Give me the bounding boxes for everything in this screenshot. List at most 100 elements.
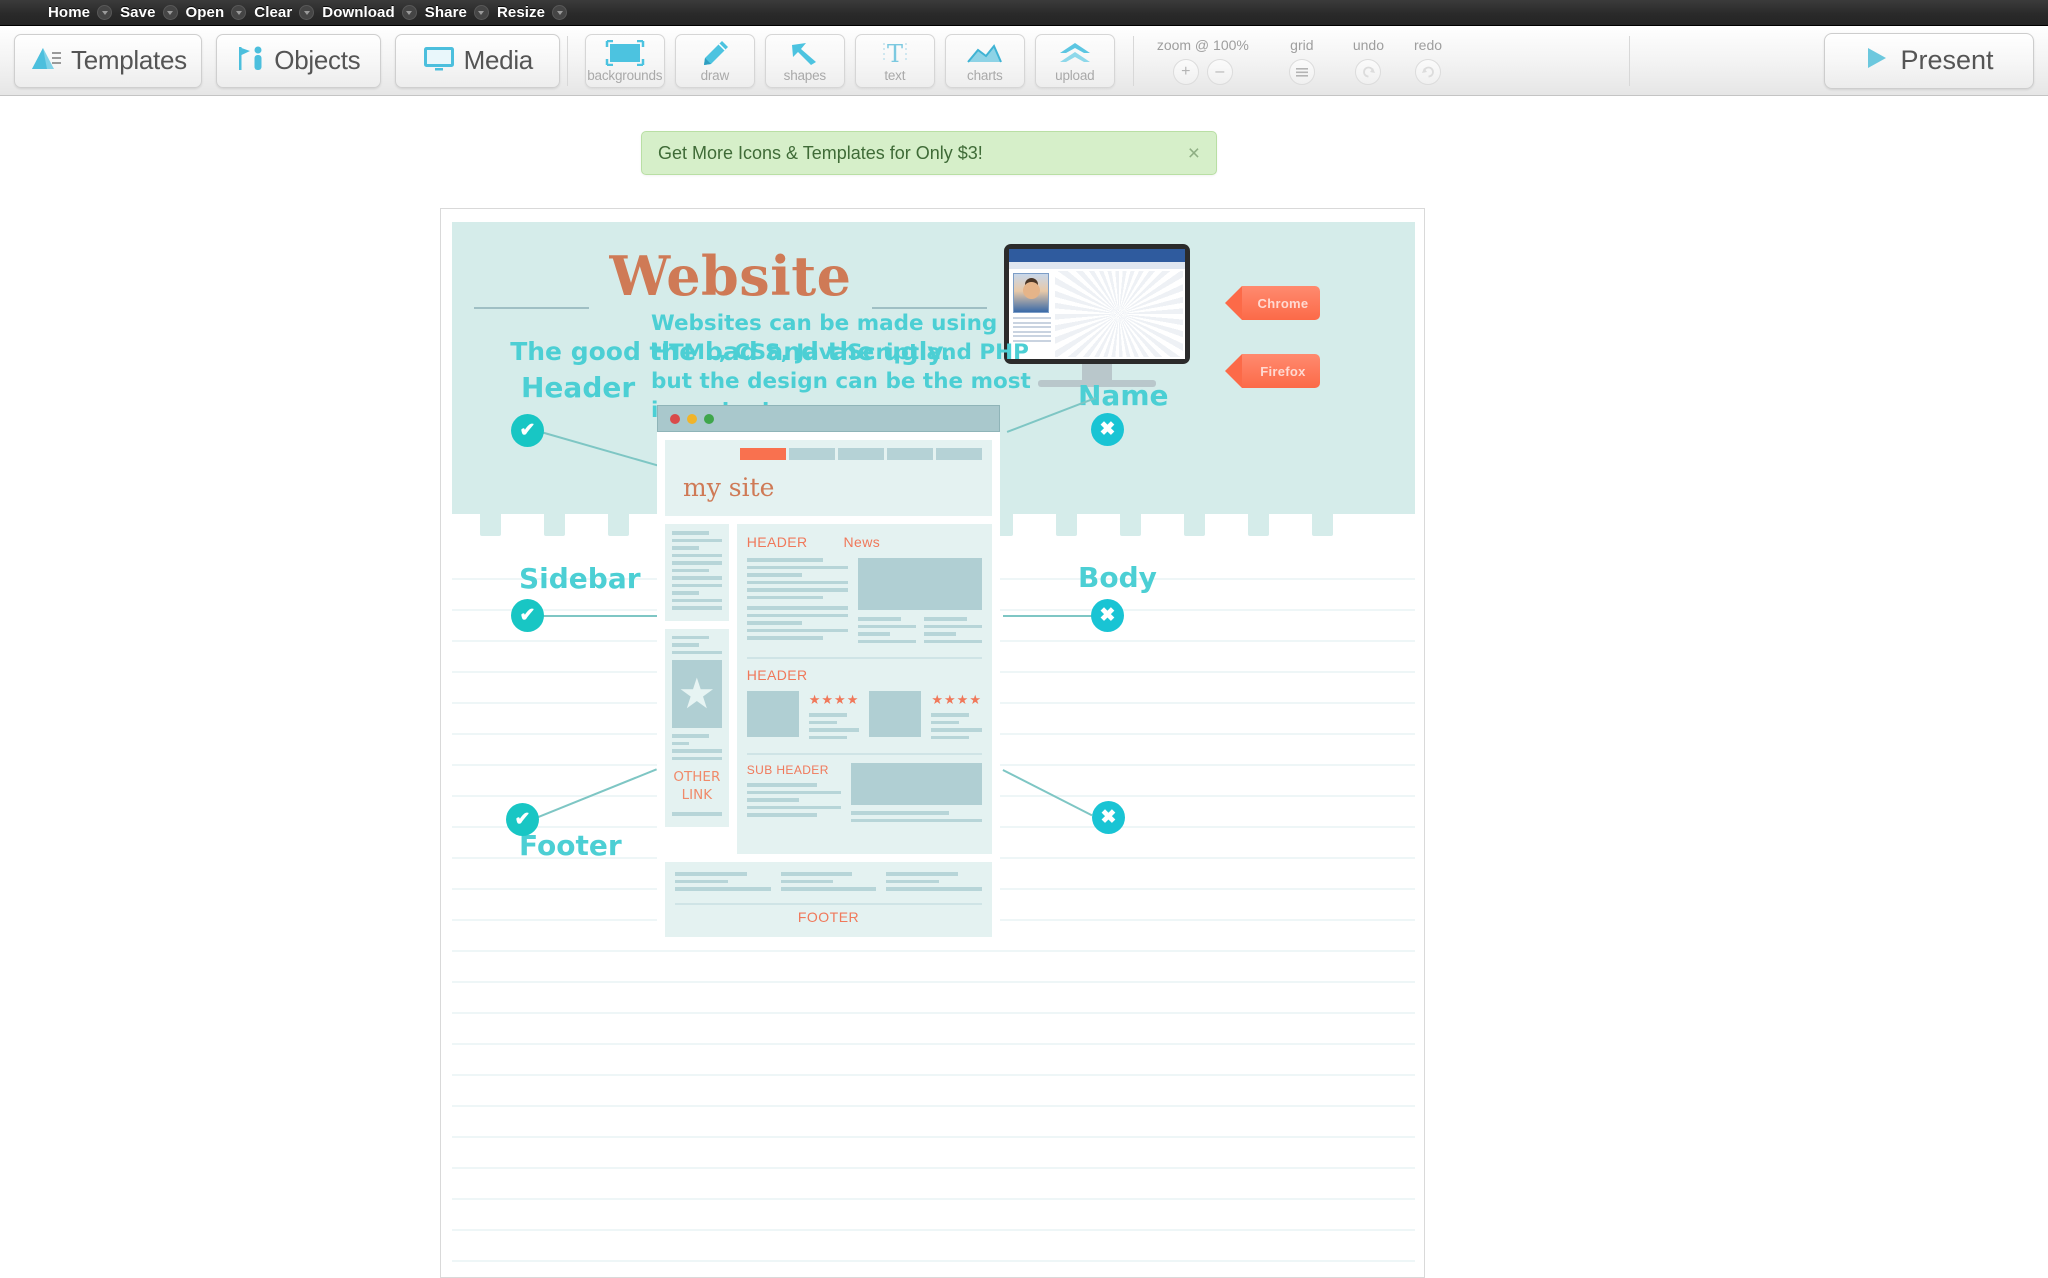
- grid-label: grid: [1290, 36, 1314, 53]
- hero-rule-left: [474, 307, 589, 309]
- upload-tool-button[interactable]: upload: [1034, 33, 1115, 88]
- main-toolbar: Templates Objects Media backgrounds draw…: [0, 26, 2048, 96]
- draw-tool-button[interactable]: draw: [674, 33, 755, 88]
- text-caption: text: [884, 67, 906, 83]
- mock-nav-item[interactable]: [789, 448, 835, 460]
- zoom-control-group: zoom @ 100% + –: [1157, 26, 1249, 95]
- templates-label: Templates: [71, 45, 187, 75]
- perforation-tab: [480, 514, 501, 536]
- chevron-down-icon[interactable]: [162, 5, 178, 20]
- toolbar-divider: [1132, 35, 1134, 86]
- mock-nav-bar: [740, 448, 982, 460]
- media-button[interactable]: Media: [394, 33, 560, 88]
- redo-arrow-icon[interactable]: [1415, 58, 1442, 85]
- mock-main-content: HEADER News HEADER ★★★★ ★★★★ SUB HEADER: [736, 524, 992, 854]
- chevron-down-icon[interactable]: [97, 5, 113, 20]
- mock-other-link[interactable]: OTHER LINK: [672, 768, 722, 804]
- label-sidebar: Sidebar: [519, 562, 641, 595]
- mock-nav-item[interactable]: [838, 448, 884, 460]
- menu-item-clear[interactable]: Clear: [254, 4, 315, 21]
- zoom-in-button[interactable]: +: [1172, 58, 1199, 85]
- menu-label: Resize: [496, 4, 546, 21]
- perforation-tab: [1248, 514, 1269, 536]
- charts-tool-button[interactable]: charts: [944, 33, 1025, 88]
- chevron-down-icon[interactable]: [552, 5, 568, 20]
- browser-tag-chrome: Chrome: [1225, 286, 1320, 320]
- templates-button[interactable]: Templates: [14, 33, 202, 88]
- perforation-tab: [1120, 514, 1141, 536]
- menu-label: Share: [424, 4, 467, 21]
- menu-item-download[interactable]: Download: [322, 4, 417, 21]
- menu-item-resize[interactable]: Resize: [496, 4, 568, 21]
- mock-nav-item[interactable]: [887, 448, 933, 460]
- check-icon: ✔: [506, 803, 539, 836]
- draw-caption: draw: [700, 67, 730, 83]
- menu-item-save[interactable]: Save: [120, 4, 178, 21]
- chevron-down-icon[interactable]: [401, 5, 417, 20]
- line-chart-icon: [966, 39, 1004, 67]
- mock-nav-item[interactable]: [936, 448, 982, 460]
- label-footer: Footer: [519, 829, 622, 862]
- chevron-down-icon[interactable]: [473, 5, 489, 20]
- browser-tag-label: Chrome: [1257, 295, 1309, 311]
- cross-icon: ✖: [1091, 413, 1124, 446]
- toolbar-divider: [1629, 35, 1631, 86]
- mock-nav-item[interactable]: [740, 448, 786, 460]
- window-minimize-dot-icon: [687, 413, 697, 424]
- zoom-out-button[interactable]: –: [1206, 58, 1233, 85]
- menu-item-home[interactable]: Home: [48, 4, 113, 21]
- perforation-tab: [1312, 514, 1333, 536]
- close-icon[interactable]: ×: [1188, 143, 1200, 164]
- browser-tag-firefox: Firefox: [1225, 354, 1320, 388]
- cross-icon: ✖: [1091, 599, 1124, 632]
- mock-site-header: my site: [665, 440, 992, 516]
- menu-item-open[interactable]: Open: [186, 4, 247, 21]
- browser-mockup-titlebar: [657, 405, 1000, 432]
- window-maximize-dot-icon: [704, 413, 714, 424]
- label-name: Name: [1078, 379, 1169, 412]
- promo-message: Get More Icons & Templates for Only $3!: [658, 142, 983, 163]
- rating-stars: ★★★★: [808, 692, 860, 707]
- top-menu-bar: Home Save Open Clear Download Share Resi…: [0, 0, 2048, 26]
- backgrounds-tool-button[interactable]: backgrounds: [584, 33, 665, 88]
- mock-section-header2: HEADER: [746, 667, 808, 683]
- objects-label: Objects: [274, 45, 361, 75]
- perforation-tab: [544, 514, 565, 536]
- hero-title: Website: [609, 244, 852, 308]
- avatar: [1013, 273, 1049, 313]
- chevron-down-icon[interactable]: [299, 5, 315, 20]
- check-icon: ✔: [511, 414, 544, 447]
- mock-hero-image: [857, 558, 982, 610]
- monitor-urlbar: [1009, 262, 1185, 269]
- shapes-tool-button[interactable]: shapes: [764, 33, 845, 88]
- label-body: Body: [1078, 561, 1157, 594]
- mock-footer: FOOTER: [665, 862, 992, 937]
- browser-mockup[interactable]: my site ★ OTHER LINK HEADER News HEADER …: [657, 405, 1000, 937]
- text-t-icon: T: [878, 39, 912, 67]
- present-label: Present: [1900, 45, 1994, 75]
- menu-label: Clear: [254, 4, 293, 21]
- redo-label: redo: [1414, 36, 1443, 53]
- arrow-cursor-icon: [789, 39, 821, 67]
- media-label: Media: [463, 45, 534, 75]
- grid-control-group: grid: [1288, 26, 1315, 95]
- menu-item-share[interactable]: Share: [425, 4, 489, 21]
- perforation-tab: [608, 514, 629, 536]
- rectangle-icon: [603, 39, 647, 67]
- mountain-icon: [29, 44, 63, 77]
- present-button[interactable]: Present: [1823, 32, 2034, 89]
- undo-arrow-icon[interactable]: [1355, 58, 1382, 85]
- text-tool-button[interactable]: T text: [854, 33, 935, 88]
- mock-banner-image: [850, 763, 982, 805]
- mock-product-image: [869, 691, 922, 737]
- connector-line: [1003, 615, 1098, 617]
- charts-caption: charts: [967, 67, 1003, 83]
- objects-button[interactable]: Objects: [215, 33, 381, 88]
- chevron-down-icon[interactable]: [231, 5, 247, 20]
- redo-control-group: redo: [1414, 26, 1442, 95]
- perforation-tab: [1184, 514, 1205, 536]
- hamburger-icon[interactable]: [1288, 58, 1315, 85]
- window-close-dot-icon: [670, 413, 680, 424]
- mock-subheader: SUB HEADER: [746, 763, 829, 777]
- design-canvas[interactable]: Website The good the bad and the ugly. C…: [440, 208, 1425, 1278]
